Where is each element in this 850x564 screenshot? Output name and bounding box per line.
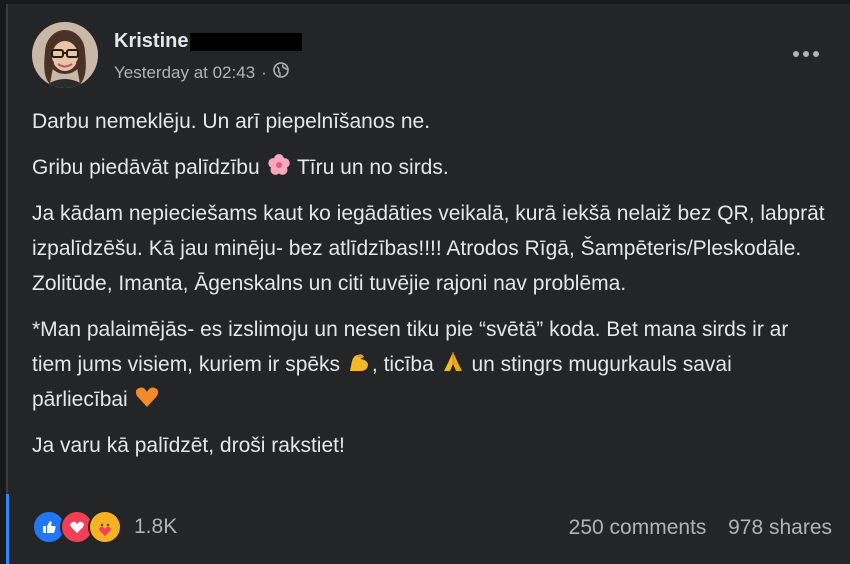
reaction-count[interactable]: 1.8K bbox=[134, 515, 177, 539]
post-timestamp[interactable]: Yesterday at 02:43 bbox=[114, 63, 255, 83]
author-name[interactable]: Kristine bbox=[114, 30, 188, 53]
post-stats: 250 comments 978 shares bbox=[569, 516, 832, 540]
paragraph-text: , ticība bbox=[371, 353, 434, 376]
more-icon bbox=[793, 51, 819, 57]
meta-separator: · bbox=[261, 62, 267, 82]
comments-count[interactable]: 250 comments bbox=[569, 516, 707, 539]
paragraph-text: Gribu piedāvāt palīdzību bbox=[32, 156, 260, 179]
post-body: Darbu nemeklēju. Un arī piepelnīšanos ne… bbox=[32, 104, 832, 474]
paragraph-text: Ja kādam nepieciešams kaut ko iegādāties… bbox=[32, 202, 825, 295]
paragraph-text: Darbu nemeklēju. Un arī piepelnīšanos ne… bbox=[32, 110, 431, 133]
cherry-blossom-icon bbox=[266, 152, 292, 178]
post-paragraph: Ja varu kā palīdzēt, droši rakstiet! bbox=[32, 428, 832, 463]
redacted-surname bbox=[190, 32, 303, 51]
more-options-button[interactable] bbox=[788, 42, 824, 66]
post-card: Kristine Yesterday at 02:43 · Darbu neme… bbox=[6, 4, 850, 564]
paragraph-text: Ja varu kā palīdzēt, droši rakstiet! bbox=[32, 434, 345, 457]
focus-indicator bbox=[6, 494, 9, 564]
post-paragraph: Darbu nemeklēju. Un arī piepelnīšanos ne… bbox=[32, 104, 832, 139]
post-meta: Yesterday at 02:43 · bbox=[114, 62, 289, 83]
post-paragraph: Ja kādam nepieciešams kaut ko iegādāties… bbox=[32, 196, 832, 301]
post-footer: 1.8K 250 comments 978 shares bbox=[32, 510, 832, 550]
globe-icon[interactable] bbox=[273, 62, 289, 83]
paragraph-text: Tīru un no sirds. bbox=[296, 156, 449, 179]
author-row: Kristine bbox=[114, 30, 303, 53]
care-icon bbox=[88, 510, 122, 544]
reactions-summary[interactable]: 1.8K bbox=[32, 510, 177, 544]
reaction-icons bbox=[32, 510, 122, 544]
post-paragraph: *Man palaimējās- es izslimoju un nesen t… bbox=[32, 312, 832, 417]
post-paragraph: Gribu piedāvāt palīdzību Tīru un no sird… bbox=[32, 150, 832, 185]
shares-count[interactable]: 978 shares bbox=[728, 516, 832, 539]
avatar[interactable] bbox=[32, 22, 98, 88]
post-header: Kristine Yesterday at 02:43 · bbox=[32, 22, 832, 90]
folded-hands-icon bbox=[440, 349, 466, 375]
orange-heart-icon bbox=[134, 384, 160, 410]
flexed-biceps-icon bbox=[346, 349, 372, 375]
